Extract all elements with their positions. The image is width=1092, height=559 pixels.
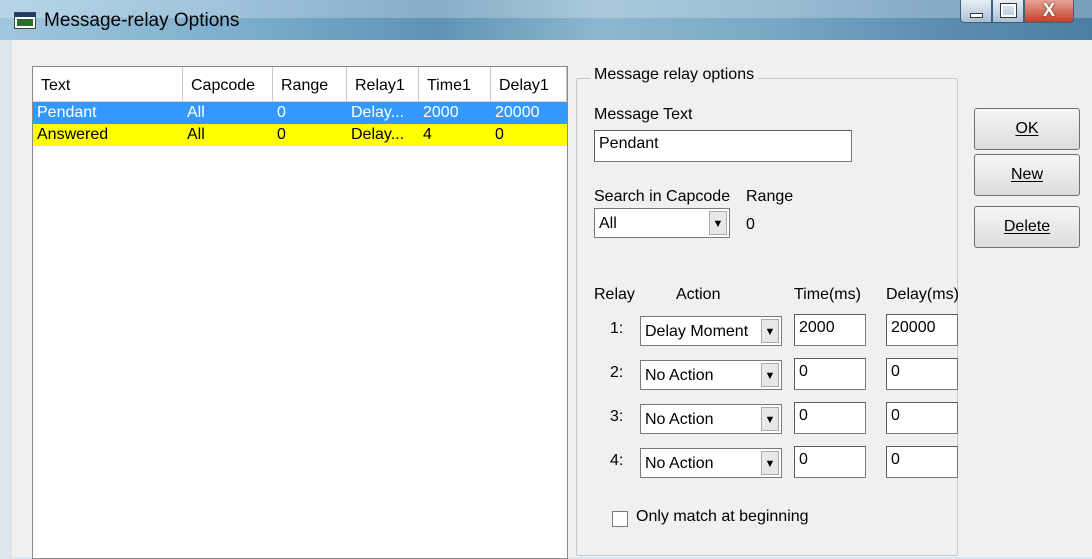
list-cell: 20000 bbox=[495, 104, 540, 121]
relay-2-time-input[interactable]: 0 bbox=[794, 358, 866, 390]
column-header-capcode[interactable]: Capcode bbox=[183, 67, 273, 101]
column-header-relay1[interactable]: Relay1 bbox=[347, 67, 419, 101]
list-cell: Delay... bbox=[351, 126, 405, 143]
title-bar[interactable]: Message-relay Options X bbox=[0, 0, 1092, 40]
only-match-label[interactable]: Only match at beginning bbox=[636, 508, 809, 526]
relay-4-action-value: No Action bbox=[645, 455, 714, 472]
list-cell: 2000 bbox=[423, 104, 459, 121]
column-header-time1[interactable]: Time1 bbox=[419, 67, 491, 101]
message-text-input[interactable]: Pendant bbox=[594, 130, 852, 162]
dialog-client-area: Text Capcode Range Relay1 Time1 Delay1 P… bbox=[12, 40, 1092, 559]
relay-3-action-select[interactable]: No Action ▼ bbox=[640, 404, 782, 434]
column-header-text[interactable]: Text bbox=[33, 67, 183, 101]
relay-list[interactable]: Text Capcode Range Relay1 Time1 Delay1 P… bbox=[32, 66, 568, 559]
list-cell: Delay... bbox=[351, 104, 405, 121]
ok-button[interactable]: OK bbox=[974, 108, 1080, 150]
chevron-down-icon: ▼ bbox=[761, 407, 779, 431]
delete-button[interactable]: Delete bbox=[974, 206, 1080, 248]
relay-1-action-select[interactable]: Delay Moment ▼ bbox=[640, 316, 782, 346]
list-cell: 0 bbox=[277, 104, 286, 121]
close-button[interactable]: X bbox=[1024, 0, 1074, 23]
group-title: Message relay options bbox=[590, 66, 759, 84]
new-button-label: New bbox=[1010, 166, 1043, 183]
relay-3-delay-input[interactable]: 0 bbox=[886, 402, 958, 434]
close-icon: X bbox=[1042, 0, 1055, 20]
list-cell: All bbox=[187, 126, 205, 143]
column-header-delay1[interactable]: Delay1 bbox=[491, 67, 567, 101]
column-header-range[interactable]: Range bbox=[273, 67, 347, 101]
list-cell: 0 bbox=[277, 126, 286, 143]
list-row-answered[interactable]: Answered All 0 Delay... 4 0 bbox=[33, 124, 567, 146]
list-cell: 0 bbox=[495, 126, 504, 143]
window-controls: X bbox=[960, 0, 1074, 24]
only-match-checkbox[interactable] bbox=[612, 511, 628, 527]
relay-2-action-select[interactable]: No Action ▼ bbox=[640, 360, 782, 390]
message-text-label: Message Text bbox=[594, 106, 693, 123]
list-row-pendant[interactable]: Pendant All 0 Delay... 2000 20000 bbox=[33, 102, 567, 124]
maximize-button[interactable] bbox=[992, 0, 1024, 23]
delete-button-label: Delete bbox=[1003, 218, 1051, 235]
capcode-select-value: All bbox=[599, 215, 617, 232]
relay-2-action-value: No Action bbox=[645, 367, 714, 384]
relay-4-action-select[interactable]: No Action ▼ bbox=[640, 448, 782, 478]
minimize-icon bbox=[970, 13, 983, 18]
chevron-down-icon: ▼ bbox=[761, 319, 779, 343]
capcode-select[interactable]: All ▼ bbox=[594, 208, 730, 238]
new-button[interactable]: New bbox=[974, 154, 1080, 196]
list-cell: 4 bbox=[423, 126, 432, 143]
relay-2-number: 2: bbox=[610, 364, 624, 381]
relay-1-action-value: Delay Moment bbox=[645, 323, 749, 340]
time-header: Time(ms) bbox=[794, 286, 861, 303]
chevron-down-icon: ▼ bbox=[761, 363, 779, 387]
relay-header: Relay bbox=[594, 286, 635, 303]
relay-4-delay-input[interactable]: 0 bbox=[886, 446, 958, 478]
relay-2-delay-input[interactable]: 0 bbox=[886, 358, 958, 390]
window-title: Message-relay Options bbox=[44, 10, 240, 31]
relay-3-time-input[interactable]: 0 bbox=[794, 402, 866, 434]
chevron-down-icon: ▼ bbox=[761, 451, 779, 475]
range-value: 0 bbox=[746, 216, 755, 233]
search-capcode-label: Search in Capcode bbox=[594, 188, 731, 205]
relay-1-time-input[interactable]: 2000 bbox=[794, 314, 866, 346]
relay-4-number: 4: bbox=[610, 452, 624, 469]
list-cell: Answered bbox=[37, 126, 109, 143]
list-cell: All bbox=[187, 104, 205, 121]
relay-3-action-value: No Action bbox=[645, 411, 714, 428]
relay-3-number: 3: bbox=[610, 408, 624, 425]
relay-1-delay-input[interactable]: 20000 bbox=[886, 314, 958, 346]
relay-1-number: 1: bbox=[610, 320, 624, 337]
list-header: Text Capcode Range Relay1 Time1 Delay1 bbox=[33, 67, 567, 102]
chevron-down-icon: ▼ bbox=[709, 211, 727, 235]
list-cell: Pendant bbox=[37, 104, 97, 121]
range-label: Range bbox=[746, 188, 794, 205]
delay-header: Delay(ms) bbox=[886, 286, 959, 303]
minimize-button[interactable] bbox=[960, 0, 992, 23]
ok-button-label: OK bbox=[1015, 120, 1039, 137]
relay-4-time-input[interactable]: 0 bbox=[794, 446, 866, 478]
app-icon bbox=[14, 12, 36, 29]
maximize-icon bbox=[1001, 4, 1016, 17]
action-header: Action bbox=[676, 286, 721, 303]
